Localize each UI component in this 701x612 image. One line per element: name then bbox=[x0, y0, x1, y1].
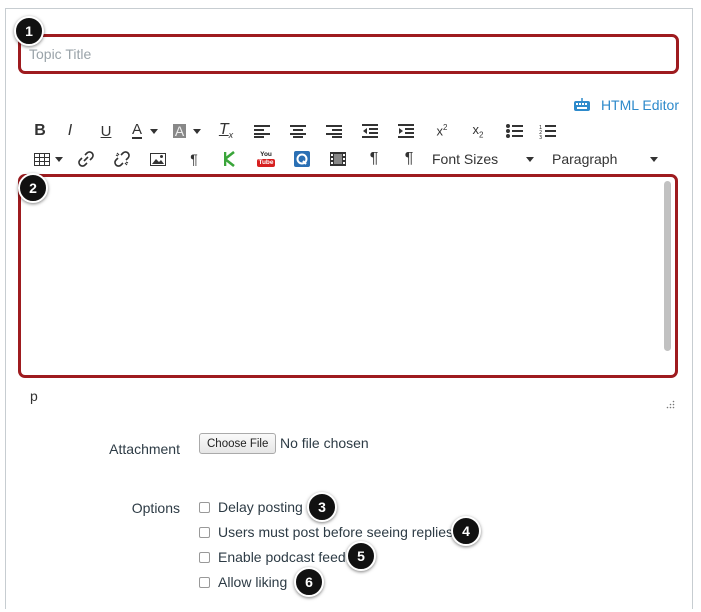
must-post-label: Users must post before seeing replies bbox=[218, 524, 453, 540]
youtube-icon: You Tube bbox=[257, 151, 275, 168]
topic-title-input[interactable] bbox=[18, 34, 679, 74]
chevron-down-icon bbox=[526, 156, 534, 162]
numbered-list-icon: 123 bbox=[539, 124, 556, 139]
link-icon bbox=[78, 151, 94, 167]
align-left-button[interactable] bbox=[244, 119, 280, 143]
image-icon bbox=[150, 152, 166, 166]
keyboard-icon bbox=[573, 98, 590, 111]
kaltura-icon bbox=[224, 151, 235, 167]
resize-grip-icon[interactable] bbox=[666, 400, 675, 409]
underline-button[interactable]: U bbox=[88, 119, 124, 143]
unlink-button[interactable] bbox=[104, 147, 140, 171]
align-left-icon bbox=[254, 125, 270, 138]
editor-path-indicator: p bbox=[30, 388, 38, 404]
image-button[interactable] bbox=[140, 147, 176, 171]
youtube-icon-top-text: You bbox=[260, 150, 272, 158]
indent-icon bbox=[398, 124, 414, 138]
ltr-button[interactable]: ¶ bbox=[356, 147, 392, 171]
ltr-icon: ¶ bbox=[369, 150, 379, 167]
html-editor-link[interactable]: HTML Editor bbox=[573, 97, 679, 113]
indent-button[interactable] bbox=[388, 119, 424, 143]
paragraph-format-label: Paragraph bbox=[552, 151, 618, 167]
background-color-button[interactable]: A bbox=[166, 119, 208, 143]
chevron-down-icon bbox=[650, 156, 658, 162]
unlink-icon bbox=[114, 151, 130, 167]
font-sizes-dropdown[interactable]: Font Sizes bbox=[426, 147, 540, 171]
align-center-icon bbox=[290, 125, 306, 138]
callout-badge-5: 5 bbox=[346, 541, 376, 571]
allow-liking-checkbox[interactable] bbox=[199, 576, 210, 588]
bold-icon: B bbox=[34, 122, 46, 139]
bullet-list-icon bbox=[505, 124, 523, 138]
options-label: Options bbox=[131, 500, 180, 516]
quizlet-icon bbox=[294, 151, 310, 167]
youtube-icon-bottom-text: Tube bbox=[257, 158, 275, 167]
superscript-button[interactable]: x2 bbox=[424, 119, 460, 143]
link-button[interactable] bbox=[68, 147, 104, 171]
numbered-list-button[interactable]: 123 bbox=[532, 119, 562, 143]
italic-button[interactable]: I bbox=[52, 119, 88, 143]
option-allow-liking[interactable]: Allow liking bbox=[199, 574, 287, 590]
attachment-label: Attachment bbox=[109, 441, 180, 457]
allow-liking-label: Allow liking bbox=[218, 574, 288, 590]
subscript-icon: x2 bbox=[472, 122, 484, 140]
background-color-icon: A bbox=[172, 123, 187, 139]
chevron-down-icon bbox=[150, 128, 158, 134]
option-delay-posting[interactable]: Delay posting bbox=[199, 499, 303, 515]
pilcrow-icon: ¶ bbox=[190, 151, 198, 167]
podcast-feed-label: Enable podcast feed bbox=[218, 549, 346, 565]
clear-formatting-button[interactable]: Tx bbox=[208, 119, 244, 143]
align-right-button[interactable] bbox=[316, 119, 352, 143]
toolbar-row-1: B I U A A Tx x2 x2 123 bbox=[28, 119, 562, 143]
editor-scrollbar[interactable] bbox=[664, 181, 671, 351]
html-editor-label: HTML Editor bbox=[600, 97, 679, 113]
callout-badge-2: 2 bbox=[18, 173, 48, 203]
rtl-button[interactable]: ¶ bbox=[392, 147, 426, 171]
align-right-icon bbox=[326, 125, 342, 138]
superscript-icon: x2 bbox=[436, 123, 448, 139]
youtube-button[interactable]: You Tube bbox=[248, 147, 284, 171]
delay-posting-checkbox[interactable] bbox=[199, 501, 210, 513]
must-post-checkbox[interactable] bbox=[199, 526, 210, 538]
bullet-list-button[interactable] bbox=[496, 119, 532, 143]
option-podcast-feed[interactable]: Enable podcast feed bbox=[199, 549, 346, 565]
choose-file-button[interactable]: Choose File bbox=[199, 433, 277, 454]
subscript-button[interactable]: x2 bbox=[460, 119, 496, 143]
file-status-text: No file chosen bbox=[280, 435, 369, 451]
film-icon bbox=[330, 152, 346, 166]
chevron-down-icon bbox=[193, 128, 202, 134]
svg-text:3: 3 bbox=[539, 135, 542, 139]
quizlet-button[interactable] bbox=[284, 147, 320, 171]
rtl-icon: ¶ bbox=[404, 150, 414, 167]
callout-badge-4: 4 bbox=[451, 516, 481, 546]
bold-button[interactable]: B bbox=[28, 119, 52, 143]
podcast-feed-checkbox[interactable] bbox=[199, 551, 210, 563]
paragraph-format-dropdown[interactable]: Paragraph bbox=[546, 147, 664, 171]
italic-icon: I bbox=[67, 122, 73, 139]
paragraph-marks-button[interactable]: ¶ bbox=[176, 147, 212, 171]
table-button[interactable] bbox=[28, 147, 68, 171]
font-sizes-label: Font Sizes bbox=[432, 151, 499, 167]
rich-content-editor[interactable] bbox=[18, 174, 678, 378]
kaltura-button[interactable] bbox=[212, 147, 248, 171]
clear-formatting-icon: Tx bbox=[218, 121, 234, 141]
outdent-button[interactable] bbox=[352, 119, 388, 143]
callout-badge-1: 1 bbox=[14, 16, 44, 46]
table-icon bbox=[33, 152, 50, 166]
callout-badge-6: 6 bbox=[294, 567, 324, 597]
align-center-button[interactable] bbox=[280, 119, 316, 143]
delay-posting-label: Delay posting bbox=[218, 499, 303, 515]
text-color-icon: A bbox=[131, 121, 142, 139]
option-must-post[interactable]: Users must post before seeing replies bbox=[199, 524, 453, 540]
media-button[interactable] bbox=[320, 147, 356, 171]
toolbar-row-2: ¶ You Tube ¶ ¶ Font Sizes Paragraph bbox=[28, 147, 664, 171]
underline-icon: U bbox=[100, 122, 112, 140]
text-color-button[interactable]: A bbox=[124, 119, 166, 143]
callout-badge-3: 3 bbox=[307, 492, 337, 522]
outdent-icon bbox=[362, 124, 378, 138]
chevron-down-icon bbox=[54, 156, 63, 162]
